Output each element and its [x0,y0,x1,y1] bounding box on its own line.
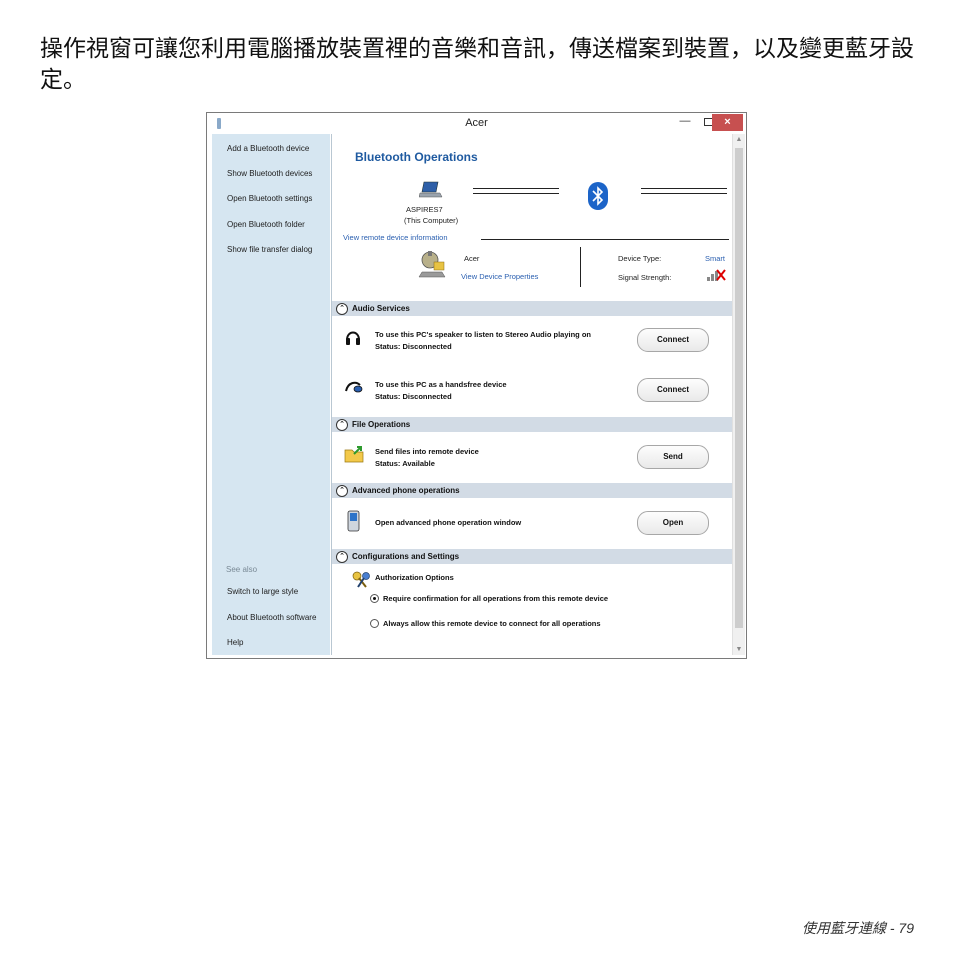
device-divider [580,247,581,287]
device-icon [418,251,446,278]
page-footer: 使用藍牙連線 - 79 [802,918,914,938]
sidebar-item-open-folder[interactable]: Open Bluetooth folder [227,220,305,229]
sidebar-item-large-style[interactable]: Switch to large style [227,587,298,596]
link-line-bottom-right [641,193,727,194]
file-row-status: Status: Available [375,459,435,468]
phone-row-text: Open advanced phone operation window [375,518,522,527]
sidebar-item-file-transfer[interactable]: Show file transfer dialog [227,245,312,254]
headset-icon [345,381,363,393]
device-name: Acer [464,254,480,263]
file-operations-title: File Operations [352,420,411,429]
collapse-icon[interactable]: ⌃ [336,419,348,431]
link-line-top [473,188,559,189]
sidebar-item-open-settings[interactable]: Open Bluetooth settings [227,194,312,203]
bluetooth-icon [588,182,608,210]
scroll-down-icon[interactable]: ▼ [733,646,745,653]
signal-strength-label: Signal Strength: [618,273,672,282]
file-row-text: Send files into remote device [375,447,479,456]
device-type-value: Smart [705,254,726,263]
authorization-options-title: Authorization Options [375,573,454,582]
remote-device-info-link[interactable]: View remote device information [343,233,448,242]
sidebar-item-add-device[interactable]: Add a Bluetooth device [227,144,309,153]
always-allow-radio[interactable] [370,619,379,628]
audio-services-title: Audio Services [352,304,410,313]
audio-row-2-text: To use this PC as a handsfree device [375,380,507,389]
phone-icon [347,510,360,532]
collapse-icon[interactable]: ⌃ [336,551,348,563]
link-line-top-right [641,188,727,189]
bluetooth-operations-window: Acer — × Add a Bluetooth device Show Blu… [206,112,747,659]
intro-paragraph: 操作視窗可讓您利用電腦播放裝置裡的音樂和音訊，傳送檔案到裝置，以及變更藍牙設定。 [40,36,914,93]
folder-send-icon [344,446,364,463]
advanced-phone-title: Advanced phone operations [352,486,460,495]
page-title: Bluetooth Operations [355,150,478,164]
device-type-label: Device Type: [618,254,662,263]
require-confirmation-label[interactable]: Require confirmation for all operations … [383,593,608,604]
see-also-heading: See also [226,565,258,574]
audio-handsfree-connect-button[interactable]: Connect [637,378,709,402]
main-content: Bluetooth Operations ASPIRES7 (This Comp… [331,134,733,655]
audio-row-1-text: To use this PC's speaker to listen to St… [375,330,591,339]
open-phone-window-button[interactable]: Open [637,511,709,535]
file-operations-header[interactable]: ⌃ File Operations [332,417,733,432]
vertical-scrollbar[interactable]: ▲ ▼ [732,134,745,655]
close-button[interactable]: × [712,114,743,131]
device-properties-link[interactable]: View Device Properties [461,272,538,281]
minimize-button[interactable]: — [673,113,697,131]
computer-name: ASPIRES7 [406,205,443,214]
audio-services-header[interactable]: ⌃ Audio Services [332,301,733,316]
advanced-phone-header[interactable]: ⌃ Advanced phone operations [332,483,733,498]
audio-row-2-status: Status: Disconnected [375,392,452,401]
signal-strength-icon [707,269,726,281]
audio-stereo-connect-button[interactable]: Connect [637,328,709,352]
laptop-icon [419,181,443,198]
collapse-icon[interactable]: ⌃ [336,303,348,315]
always-allow-label[interactable]: Always allow this remote device to conne… [383,618,601,629]
collapse-icon[interactable]: ⌃ [336,485,348,497]
window-title: Acer [465,117,488,129]
title-bar: Acer — × [207,113,746,134]
scroll-up-icon[interactable]: ▲ [733,136,745,143]
remote-divider [481,239,729,240]
headphones-icon [346,331,360,345]
sidebar: Add a Bluetooth device Show Bluetooth de… [212,134,330,655]
link-line-bottom [473,193,559,194]
require-confirmation-radio[interactable] [370,594,379,603]
sidebar-item-help[interactable]: Help [227,638,243,647]
send-files-button[interactable]: Send [637,445,709,469]
keys-icon [352,571,370,588]
sidebar-item-show-devices[interactable]: Show Bluetooth devices [227,169,312,178]
scroll-thumb[interactable] [735,148,743,628]
configurations-title: Configurations and Settings [352,552,460,561]
configurations-header[interactable]: ⌃ Configurations and Settings [332,549,733,564]
footer-section: 使用藍牙連線 - [801,920,895,936]
page-number: 79 [898,920,914,936]
audio-row-1-status: Status: Disconnected [375,342,452,351]
computer-note: (This Computer) [404,216,459,225]
sidebar-item-about[interactable]: About Bluetooth software [227,613,316,622]
